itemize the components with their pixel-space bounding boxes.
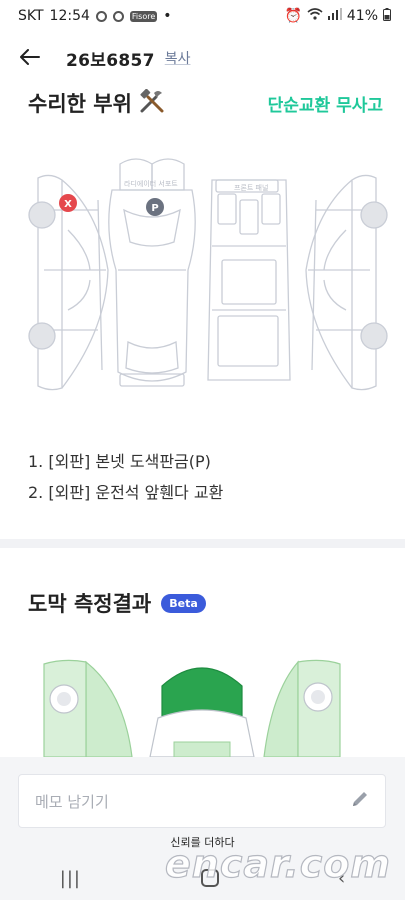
repair-item: 2. [외판] 운전석 앞휀다 교환 <box>28 483 224 502</box>
status-left: SKT 12:54 Fisore • <box>18 8 172 24</box>
carrier-label: SKT <box>18 8 44 24</box>
section-divider <box>0 539 405 548</box>
top-bar: 26보6857 복사 <box>0 38 405 78</box>
repair-diagram: 라디에이터 서포트 프론트 패널 X P <box>28 158 388 391</box>
chrome-icon <box>95 10 107 22</box>
alarm-icon: ⏰ <box>284 8 302 24</box>
coat-left-side <box>43 659 133 758</box>
pencil-icon[interactable] <box>351 790 369 813</box>
back-arrow-icon[interactable] <box>20 46 48 71</box>
exchange-marker-label: X <box>64 199 72 210</box>
radiator-support-label: 라디에이터 서포트 <box>124 179 178 188</box>
coating-section-header: 도막 측정결과 Beta <box>28 588 206 618</box>
notification-dot-icon: • <box>163 8 172 24</box>
coating-diagram <box>43 659 341 758</box>
beta-badge: Beta <box>161 593 206 613</box>
watermark: encar.com <box>164 841 391 886</box>
wifi-icon <box>307 8 323 24</box>
paint-marker-label: P <box>151 203 158 214</box>
battery-icon <box>383 7 391 25</box>
coat-right-side <box>263 659 341 758</box>
paint-marker: P <box>146 198 164 216</box>
underbody-view <box>207 179 291 381</box>
app-badge: Fisore <box>129 10 158 22</box>
accident-status: 단순교환 무사고 <box>267 95 383 116</box>
wheels <box>28 201 388 350</box>
recent-apps-icon[interactable]: ||| <box>60 868 81 889</box>
status-right: ⏰ 41% <box>284 7 391 25</box>
repair-item: 1. [외판] 본넷 도색판금(P) <box>28 452 211 471</box>
memo-placeholder: 메모 남기기 <box>35 792 109 811</box>
clock: 12:54 <box>49 8 90 24</box>
status-bar: SKT 12:54 Fisore • ⏰ 41% <box>0 0 405 32</box>
memo-input[interactable]: 메모 남기기 <box>18 774 386 828</box>
chrome-icon-2 <box>112 10 124 22</box>
car-number: 26보6857 <box>66 50 155 71</box>
tools-icon <box>138 88 166 117</box>
repair-section-title: 수리한 부위 <box>28 92 132 116</box>
exchange-marker: X <box>59 194 77 212</box>
copy-button[interactable]: 복사 <box>165 48 191 68</box>
front-panel-label: 프론트 패널 <box>234 183 268 192</box>
top-view-car <box>108 158 196 387</box>
coat-top-view <box>149 667 255 758</box>
repair-list: 1. [외판] 본넷 도색판금(P) 2. [외판] 운전석 앞휀다 교환 <box>28 446 223 508</box>
signal-icon <box>327 8 342 24</box>
repair-section-header: 수리한 부위 단순교환 무사고 <box>28 86 383 120</box>
coating-section-title: 도막 측정결과 <box>28 592 152 616</box>
battery-level: 41% <box>346 8 378 24</box>
